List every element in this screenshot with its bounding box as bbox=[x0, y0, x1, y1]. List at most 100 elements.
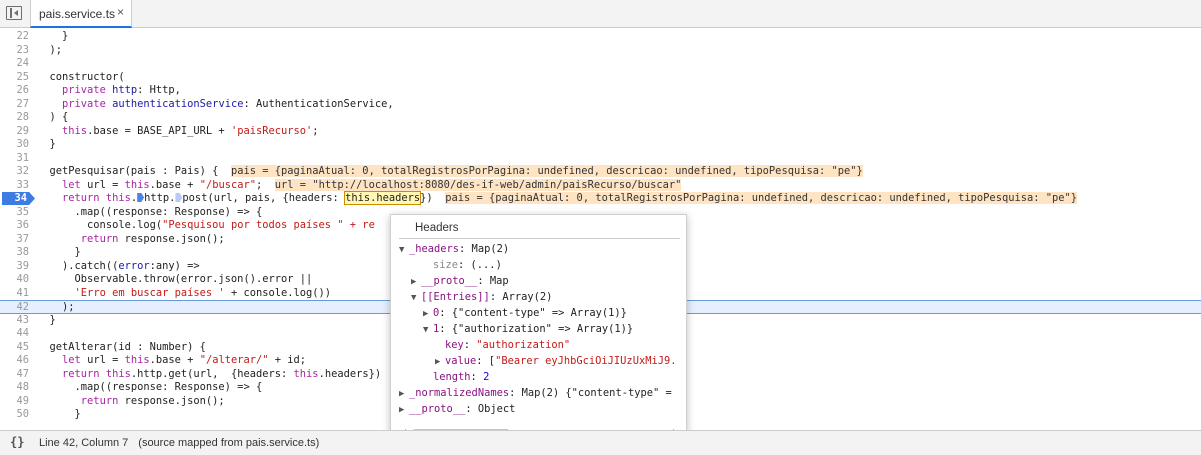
expand-arrow-icon[interactable]: ▶ bbox=[435, 354, 445, 370]
object-tree: ▼ _headers: Map(2) size: (...) ▶ __proto__: … bbox=[391, 239, 686, 429]
line-number[interactable]: 40 bbox=[0, 273, 33, 287]
code-line[interactable]: 31 bbox=[0, 152, 1201, 166]
line-number[interactable]: 37 bbox=[0, 233, 33, 247]
line-number[interactable]: 38 bbox=[0, 246, 33, 260]
collapse-arrow-icon[interactable]: ▼ bbox=[423, 322, 433, 338]
line-number[interactable]: 26 bbox=[0, 84, 33, 98]
line-number[interactable]: 29 bbox=[0, 125, 33, 139]
tab-pais-service[interactable]: pais.service.ts × bbox=[30, 0, 132, 28]
line-number[interactable]: 45 bbox=[0, 341, 33, 355]
expand-arrow-icon[interactable]: ▶ bbox=[399, 386, 409, 402]
code-text: this.base = BASE_API_URL + 'paisRecurso'… bbox=[62, 124, 319, 137]
status-text: Line 42, Column 7 (source mapped from pai… bbox=[39, 437, 319, 449]
line-number[interactable]: 31 bbox=[0, 152, 33, 166]
code-text: let url = this.base + "/alterar/" + id; bbox=[62, 354, 307, 366]
code-text: private authenticationService: Authentic… bbox=[62, 97, 394, 110]
code-line[interactable]: 30 } bbox=[0, 138, 1201, 152]
tab-label: pais.service.ts bbox=[39, 7, 116, 21]
line-number[interactable]: 41 bbox=[0, 287, 33, 301]
code-text: ); bbox=[37, 301, 75, 313]
code-text: } bbox=[37, 30, 69, 42]
tree-node[interactable]: length: 2 bbox=[423, 369, 489, 385]
tree-node[interactable]: ▶ __proto__: Map bbox=[411, 273, 509, 289]
code-line[interactable]: 29 this.base = BASE_API_URL + 'paisRecur… bbox=[0, 125, 1201, 139]
toggle-navigator-icon[interactable] bbox=[6, 6, 22, 20]
tree-node[interactable]: ▼ _headers: Map(2) bbox=[399, 241, 509, 257]
line-number[interactable]: 43 bbox=[0, 314, 33, 328]
code-text: } bbox=[37, 313, 56, 326]
tree-node-label: [[Entries]]: Array(2) bbox=[421, 291, 553, 303]
line-number[interactable]: 23 bbox=[0, 44, 33, 58]
code-line[interactable]: 24 bbox=[0, 57, 1201, 71]
code-text: Observable.throw(error.json().error || bbox=[37, 273, 313, 285]
line-number[interactable]: 25 bbox=[0, 71, 33, 85]
code-text: .map((response: Response) => { bbox=[37, 205, 263, 218]
tree-node-label: 0: {"content-type" => Array(1)} bbox=[433, 307, 627, 319]
line-number[interactable]: 39 bbox=[0, 260, 33, 274]
line-number[interactable]: 50 bbox=[0, 408, 33, 422]
code-text: return response.json(); bbox=[80, 232, 225, 245]
line-number[interactable]: 35 bbox=[0, 206, 33, 220]
line-number[interactable]: 36 bbox=[0, 219, 33, 233]
code-line[interactable]: 27 private authenticationService: Authen… bbox=[0, 98, 1201, 112]
code-line[interactable]: 26 private http: Http, bbox=[0, 84, 1201, 98]
line-number[interactable]: 44 bbox=[0, 327, 33, 341]
code-text: getPesquisar(pais : Pais) { pais = {pagi… bbox=[37, 165, 863, 177]
line-number[interactable]: 49 bbox=[0, 395, 33, 409]
source-map-note: (source mapped from pais.service.ts) bbox=[138, 437, 320, 449]
close-icon[interactable]: × bbox=[117, 5, 124, 19]
line-number[interactable]: 30 bbox=[0, 138, 33, 152]
code-text: .map((response: Response) => { bbox=[37, 381, 263, 393]
expand-arrow-icon[interactable]: ▶ bbox=[423, 306, 433, 322]
status-bar: {} Line 42, Column 7 (source mapped from … bbox=[0, 430, 1201, 455]
line-number[interactable]: 46 bbox=[0, 354, 33, 368]
tree-node[interactable]: ▼ [[Entries]]: Array(2) bbox=[411, 289, 552, 305]
breakpoint-line-number[interactable]: 34 bbox=[2, 192, 35, 205]
line-number[interactable]: 24 bbox=[0, 57, 33, 71]
line-number[interactable]: 48 bbox=[0, 381, 33, 395]
code-text: } bbox=[37, 246, 81, 258]
code-text: private http: Http, bbox=[62, 84, 181, 96]
code-text: ); bbox=[37, 43, 63, 56]
code-line[interactable]: 23 ); bbox=[0, 44, 1201, 58]
line-number[interactable]: 28 bbox=[0, 111, 33, 125]
code-text: return this. http. post(url, pais, {header… bbox=[62, 191, 1078, 205]
tree-node[interactable]: ▶ value: ["Bearer eyJhbGciOiJIUzUxMiJ9. bbox=[435, 353, 676, 369]
tree-node-label: size: (...) bbox=[433, 259, 502, 271]
line-number[interactable]: 47 bbox=[0, 368, 33, 382]
code-text: 'Erro em buscar países ' + console.log()… bbox=[74, 286, 332, 299]
code-text: return this.http.get(url, {headers: this… bbox=[62, 367, 382, 380]
tree-node[interactable]: size: (...) bbox=[423, 257, 502, 273]
expand-arrow-icon[interactable]: ▶ bbox=[411, 274, 421, 290]
line-number[interactable]: 33 bbox=[0, 179, 33, 193]
tree-node[interactable]: ▼ 1: {"authorization" => Array(1)} bbox=[423, 321, 633, 337]
line-number[interactable]: 42 bbox=[0, 301, 33, 315]
tree-node-label: _headers: Map(2) bbox=[409, 243, 510, 255]
code-line[interactable]: 33 let url = this.base + "/buscar"; url … bbox=[0, 178, 1201, 193]
tree-node-label: __proto__: Map bbox=[421, 275, 509, 287]
line-number[interactable]: 32 bbox=[0, 165, 33, 179]
popover-title: Headers bbox=[415, 222, 459, 234]
tree-node[interactable]: key: "authorization" bbox=[435, 337, 570, 353]
headers-popover: Headers ▼ _headers: Map(2) size: (...) ▶ __p… bbox=[390, 214, 687, 447]
pretty-print-icon[interactable]: {} bbox=[10, 435, 24, 449]
tree-node-label: __proto__: Object bbox=[409, 403, 516, 415]
code-line[interactable]: 22 } bbox=[0, 30, 1201, 44]
collapse-arrow-icon[interactable]: ▼ bbox=[399, 242, 409, 258]
collapse-arrow-icon[interactable]: ▼ bbox=[411, 290, 421, 306]
line-number[interactable]: 22 bbox=[0, 30, 33, 44]
tree-node[interactable]: ▶ _normalizedNames: Map(2) {"content-type… bbox=[399, 385, 672, 401]
code-text: getAlterar(id : Number) { bbox=[37, 340, 206, 353]
cursor-position: Line 42, Column 7 bbox=[39, 437, 129, 449]
tree-node-label: value: ["Bearer eyJhbGciOiJIUzUxMiJ9. bbox=[445, 355, 677, 367]
line-number[interactable]: 27 bbox=[0, 98, 33, 112]
tree-node-label: _normalizedNames: Map(2) {"content-type"… bbox=[409, 387, 672, 399]
code-line[interactable]: 25 constructor( bbox=[0, 71, 1201, 85]
tree-node[interactable]: ▶ 0: {"content-type" => Array(1)} bbox=[423, 305, 627, 321]
expand-arrow-icon[interactable]: ▶ bbox=[399, 402, 409, 418]
tree-node[interactable]: ▶ __proto__: Object bbox=[399, 401, 515, 417]
code-line[interactable]: 32 getPesquisar(pais : Pais) { pais = {p… bbox=[0, 165, 1201, 179]
code-line[interactable]: 34 return this. http. post(url, pais, {hea… bbox=[0, 191, 1201, 206]
code-line[interactable]: 28 ) { bbox=[0, 111, 1201, 125]
code-text: } bbox=[37, 408, 81, 420]
